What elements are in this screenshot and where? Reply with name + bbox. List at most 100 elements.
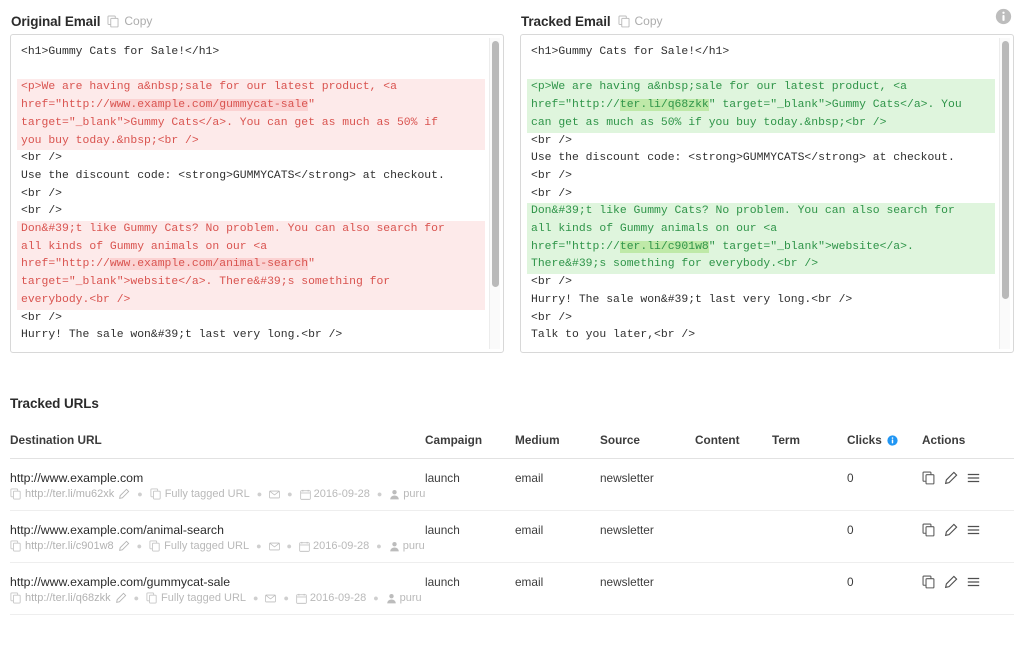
- row-edit-pencil-icon[interactable]: [944, 471, 958, 485]
- copy-icon: [149, 540, 161, 552]
- envelope-icon[interactable]: [269, 541, 280, 552]
- calendar-icon: [296, 593, 307, 604]
- destination-url-link[interactable]: http://www.example.com: [10, 471, 425, 485]
- copy-icon: [10, 488, 22, 500]
- code-line: [531, 62, 991, 80]
- column-header-destination-url[interactable]: Destination URL: [10, 433, 425, 459]
- highlighted-url-token: www.example.com/animal-search: [110, 258, 308, 270]
- tracked-urls-title: Tracked URLs: [10, 396, 1014, 411]
- code-line: <h1>Gummy Cats for Sale!</h1>: [21, 44, 481, 62]
- tracked-email-scrollbar-track[interactable]: [999, 38, 1010, 349]
- envelope-icon[interactable]: [269, 489, 280, 500]
- code-line: <h1>Gummy Cats for Sale!</h1>: [531, 44, 991, 62]
- envelope-icon[interactable]: [265, 593, 276, 604]
- cell-source: newsletter: [600, 459, 695, 511]
- meta-separator: ●: [137, 541, 142, 551]
- meta-separator: ●: [287, 489, 292, 499]
- table-row[interactable]: http://www.example.com/animal-search http…: [10, 511, 1014, 563]
- cell-destination-url: http://www.example.com/animal-search http…: [10, 511, 425, 563]
- copy-tracked-button[interactable]: Copy: [618, 14, 663, 28]
- destination-url-link[interactable]: http://www.example.com/gummycat-sale: [10, 575, 425, 589]
- cell-actions: [922, 511, 1014, 563]
- fully-tagged-url-label: Fully tagged URL: [165, 488, 250, 500]
- owner-name: puru: [400, 592, 422, 604]
- code-line: Talk to you later,<br />: [531, 327, 991, 345]
- original-email-panel: Original Email Copy <h1>Gummy Cats for S…: [10, 8, 504, 353]
- edit-short-url-button[interactable]: [115, 592, 127, 604]
- short-url-text[interactable]: http://ter.li/mu62xk: [25, 488, 114, 500]
- cell-content: [695, 511, 772, 563]
- short-url-text[interactable]: http://ter.li/q68zkk: [25, 592, 111, 604]
- copy-icon: [618, 15, 631, 28]
- row-copy-icon[interactable]: [922, 523, 936, 537]
- edit-short-url-button[interactable]: [118, 540, 130, 552]
- destination-url-link[interactable]: http://www.example.com/animal-search: [10, 523, 425, 537]
- tracked-email-code-box[interactable]: <h1>Gummy Cats for Sale!</h1> <p>We are …: [520, 34, 1014, 353]
- info-icon[interactable]: [887, 435, 898, 446]
- original-email-code-box[interactable]: <h1>Gummy Cats for Sale!</h1> <p>We are …: [10, 34, 504, 353]
- fully-tagged-url-label: Fully tagged URL: [164, 540, 249, 552]
- row-edit-pencil-icon[interactable]: [944, 523, 958, 537]
- code-line: Hurry! The sale won&#39;t last very long…: [21, 327, 481, 345]
- copy-short-url-button[interactable]: http://ter.li/mu62xk: [10, 488, 114, 500]
- owner: puru: [386, 592, 422, 604]
- meta-separator: ●: [253, 593, 258, 603]
- row-hamburger-menu-icon[interactable]: [966, 523, 981, 537]
- copy-original-button[interactable]: Copy: [107, 14, 152, 28]
- code-line: <br />: [21, 186, 481, 204]
- cell-source: newsletter: [600, 563, 695, 615]
- meta-separator: ●: [134, 593, 139, 603]
- cell-content: [695, 563, 772, 615]
- copy-short-url-button[interactable]: http://ter.li/q68zkk: [10, 592, 111, 604]
- cell-medium: email: [515, 563, 600, 615]
- original-email-scrollbar-track[interactable]: [489, 38, 500, 349]
- original-email-scrollbar-thumb[interactable]: [492, 41, 499, 287]
- owner: puru: [389, 540, 425, 552]
- owner-name: puru: [403, 488, 425, 500]
- column-header-medium[interactable]: Medium: [515, 433, 600, 459]
- original-email-code: <h1>Gummy Cats for Sale!</h1> <p>We are …: [11, 35, 489, 352]
- page-info-icon[interactable]: [995, 8, 1012, 25]
- column-header-clicks-label: Clicks: [847, 433, 882, 447]
- row-edit-pencil-icon[interactable]: [944, 575, 958, 589]
- cell-medium: email: [515, 459, 600, 511]
- cell-destination-url: http://www.example.com http://ter.li/mu62…: [10, 459, 425, 511]
- fully-tagged-url-button[interactable]: Fully tagged URL: [149, 540, 249, 552]
- column-header-term[interactable]: Term: [772, 433, 847, 459]
- cell-content: [695, 459, 772, 511]
- column-header-content[interactable]: Content: [695, 433, 772, 459]
- created-date: 2016-09-28: [300, 488, 370, 500]
- row-hamburger-menu-icon[interactable]: [966, 575, 981, 589]
- cell-actions: [922, 563, 1014, 615]
- table-row[interactable]: http://www.example.com/gummycat-sale http…: [10, 563, 1014, 615]
- person-icon: [386, 593, 397, 604]
- column-header-campaign[interactable]: Campaign: [425, 433, 515, 459]
- person-icon: [389, 541, 400, 552]
- tracked-email-scrollbar-thumb[interactable]: [1002, 41, 1009, 299]
- table-row[interactable]: http://www.example.com http://ter.li/mu62…: [10, 459, 1014, 511]
- edit-short-url-button[interactable]: [118, 488, 130, 500]
- column-header-source[interactable]: Source: [600, 433, 695, 459]
- owner-name: puru: [403, 540, 425, 552]
- row-copy-icon[interactable]: [922, 575, 936, 589]
- code-line: <br />: [531, 310, 991, 328]
- copy-original-label: Copy: [124, 14, 152, 28]
- cell-campaign: launch: [425, 511, 515, 563]
- row-copy-icon[interactable]: [922, 471, 936, 485]
- row-hamburger-menu-icon[interactable]: [966, 471, 981, 485]
- cell-destination-url: http://www.example.com/gummycat-sale http…: [10, 563, 425, 615]
- tracked-urls-section: Tracked URLs Destination URL Campaign Me…: [10, 396, 1014, 615]
- fully-tagged-url-button[interactable]: Fully tagged URL: [146, 592, 246, 604]
- code-line: Use the discount code: <strong>GUMMYCATS…: [21, 168, 481, 186]
- fully-tagged-url-button[interactable]: Fully tagged URL: [150, 488, 250, 500]
- copy-short-url-button[interactable]: http://ter.li/c901w8: [10, 540, 114, 552]
- copy-tracked-label: Copy: [635, 14, 663, 28]
- meta-separator: ●: [287, 541, 292, 551]
- column-header-clicks[interactable]: Clicks: [847, 433, 922, 459]
- short-url-text[interactable]: http://ter.li/c901w8: [25, 540, 114, 552]
- copy-icon: [107, 15, 120, 28]
- tracked-email-code: <h1>Gummy Cats for Sale!</h1> <p>We are …: [521, 35, 999, 352]
- code-diff-block: Don&#39;t like Gummy Cats? No problem. Y…: [17, 221, 485, 310]
- owner: puru: [389, 488, 425, 500]
- column-header-actions: Actions: [922, 433, 1014, 459]
